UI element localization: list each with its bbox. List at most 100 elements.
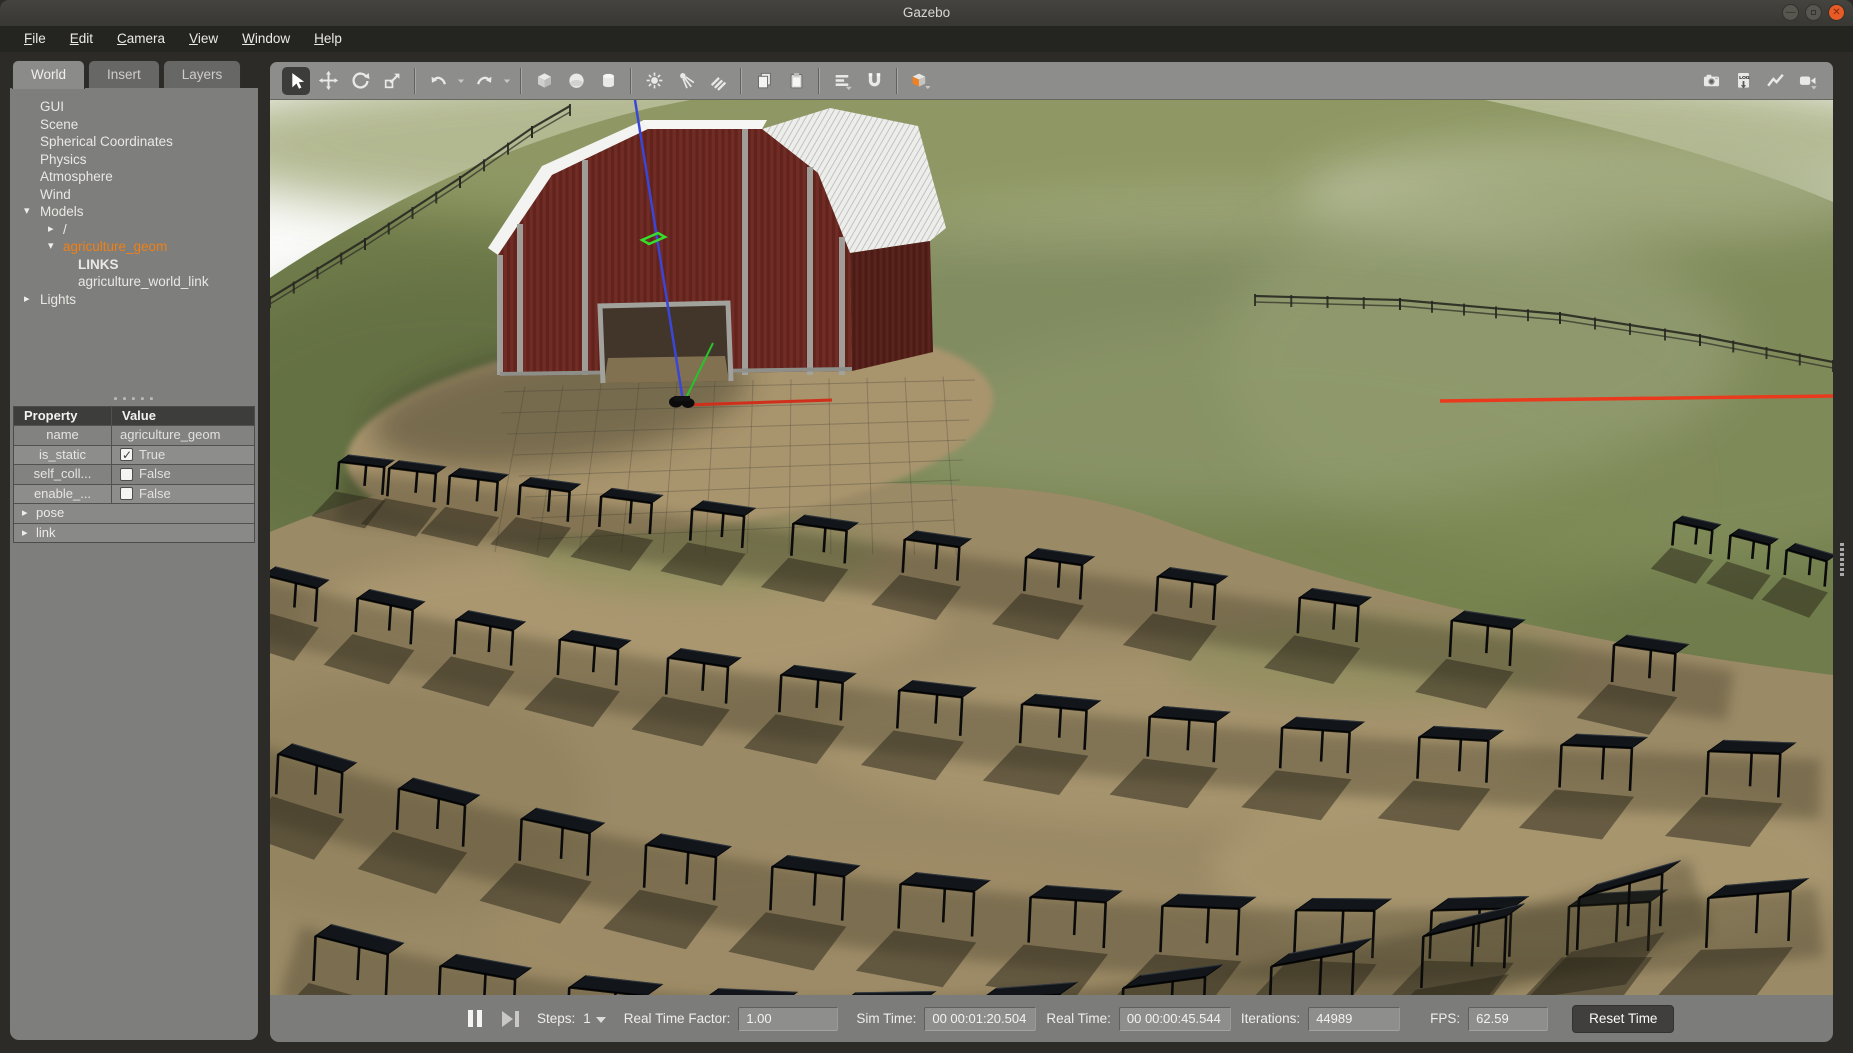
point-light-button[interactable]	[640, 67, 668, 95]
data-logger-button[interactable]: LOG	[1729, 67, 1757, 95]
steps-caret-icon	[596, 1017, 606, 1023]
rtf-field[interactable]: 1.00	[738, 1007, 838, 1031]
viewport-splitter-handle[interactable]	[1840, 543, 1844, 576]
steps-spinbox[interactable]: 1	[583, 1011, 606, 1026]
tab-insert[interactable]: Insert	[88, 60, 160, 88]
tree-item-gui[interactable]: GUI	[10, 98, 258, 116]
menu-window[interactable]: Window	[242, 26, 290, 52]
property-row-is-static[interactable]: is_staticTrue	[14, 445, 254, 465]
rotate-button[interactable]	[346, 67, 374, 95]
snap-icon	[864, 70, 885, 91]
titlebar[interactable]: Gazebo — ✕	[0, 0, 1853, 26]
menu-help[interactable]: Help	[314, 26, 342, 52]
maximize-button[interactable]	[1805, 4, 1822, 21]
window-controls: — ✕	[1782, 4, 1845, 21]
group-label: link	[36, 525, 56, 540]
gazebo-window: Gazebo — ✕ FileEditCameraViewWindowHelp …	[0, 0, 1853, 1053]
solar-table	[1708, 740, 1795, 754]
screenshot-icon	[1701, 70, 1722, 91]
copy-button[interactable]	[750, 67, 778, 95]
tree-item-label: Atmosphere	[40, 168, 113, 186]
tree-item-item[interactable]: ▸/	[10, 221, 258, 239]
align-button[interactable]	[828, 67, 856, 95]
expand-arrow-icon[interactable]: ▾	[48, 238, 54, 256]
tree-item-agriculture-geom[interactable]: ▾agriculture_geom	[10, 238, 258, 256]
solar-table	[1162, 894, 1255, 909]
tree-item-atmosphere[interactable]: Atmosphere	[10, 168, 258, 186]
tree-item-links[interactable]: LINKS	[10, 256, 258, 274]
real-time-field[interactable]: 00 00:00:45.544	[1119, 1007, 1231, 1031]
property-row-pose[interactable]: ▸pose	[14, 503, 254, 523]
expand-arrow-icon[interactable]: ▾	[24, 203, 30, 221]
collapse-arrow-icon[interactable]: ▸	[24, 291, 30, 309]
property-row-self-coll[interactable]: self_coll...False	[14, 464, 254, 484]
directional-light-icon	[708, 70, 729, 91]
view-angle-button[interactable]	[906, 67, 934, 95]
world-tree: GUISceneSpherical CoordinatesPhysicsAtmo…	[10, 98, 258, 308]
sim-time-field[interactable]: 00 00:01:20.504	[924, 1007, 1036, 1031]
pause-button[interactable]	[468, 1010, 482, 1027]
video-record-button[interactable]	[1793, 67, 1821, 95]
collapse-arrow-icon[interactable]: ▸	[22, 524, 28, 543]
property-row-link[interactable]: ▸ link	[14, 523, 254, 543]
checkbox-self-coll[interactable]	[120, 468, 133, 481]
toolbar: LOG	[270, 62, 1833, 100]
menu-camera[interactable]: Camera	[117, 26, 165, 52]
collapse-arrow-icon[interactable]: ▸	[48, 221, 54, 239]
tree-item-lights[interactable]: ▸Lights	[10, 291, 258, 309]
tree-item-label: Wind	[40, 186, 71, 204]
paste-button[interactable]	[782, 67, 810, 95]
spot-light-button[interactable]	[672, 67, 700, 95]
checkbox-enable[interactable]	[120, 487, 133, 500]
cylinder-button[interactable]	[594, 67, 622, 95]
tree-item-spherical-coordinates[interactable]: Spherical Coordinates	[10, 133, 258, 151]
tree-item-models[interactable]: ▾Models	[10, 203, 258, 221]
tab-layers[interactable]: Layers	[163, 60, 242, 88]
step-icon	[502, 1011, 513, 1027]
sphere-button[interactable]	[562, 67, 590, 95]
box-button[interactable]	[530, 67, 558, 95]
point-light-icon	[644, 70, 665, 91]
tree-item-label: Spherical Coordinates	[40, 133, 173, 151]
toolbar-right-group: LOG	[1695, 67, 1823, 95]
close-button[interactable]: ✕	[1828, 4, 1845, 21]
value-text: True	[139, 446, 165, 465]
snap-button[interactable]	[860, 67, 888, 95]
undo-button[interactable]	[424, 67, 452, 95]
fps-label: FPS:	[1430, 1011, 1460, 1026]
minimize-button[interactable]: —	[1782, 4, 1799, 21]
translate-button[interactable]	[314, 67, 342, 95]
tree-item-agriculture-world-link[interactable]: agriculture_world_link	[10, 273, 258, 291]
plot-button[interactable]	[1761, 67, 1789, 95]
3d-viewport[interactable]	[270, 100, 1833, 995]
property-row-name[interactable]: nameagriculture_geom	[14, 425, 254, 445]
checkbox-is-static[interactable]	[120, 448, 133, 461]
undo-caret-button[interactable]	[454, 67, 468, 95]
steps-value: 1	[583, 1011, 591, 1026]
steps-label: Steps:	[537, 1011, 575, 1026]
redo-caret-button[interactable]	[500, 67, 514, 95]
menu-file[interactable]: File	[24, 26, 46, 52]
value-text: agriculture_geom	[120, 426, 220, 445]
tab-world[interactable]: World	[12, 60, 85, 89]
scale-button[interactable]	[378, 67, 406, 95]
tree-item-wind[interactable]: Wind	[10, 186, 258, 204]
undo-caret-icon	[454, 70, 468, 91]
screenshot-button[interactable]	[1697, 67, 1725, 95]
reset-time-button[interactable]: Reset Time	[1572, 1005, 1674, 1033]
property-row-enable[interactable]: enable_...False	[14, 484, 254, 504]
tree-item-scene[interactable]: Scene	[10, 116, 258, 134]
property-value: True	[111, 446, 254, 465]
step-button[interactable]	[502, 1011, 519, 1027]
menu-edit[interactable]: Edit	[70, 26, 93, 52]
scene-canvas	[270, 100, 1833, 995]
menu-view[interactable]: View	[189, 26, 218, 52]
fps-field[interactable]: 62.59	[1468, 1007, 1548, 1031]
tree-item-physics[interactable]: Physics	[10, 151, 258, 169]
redo-button[interactable]	[470, 67, 498, 95]
iterations-field[interactable]: 44989	[1308, 1007, 1400, 1031]
panel-splitter-handle[interactable]: ▪ ▪ ▪ ▪ ▪	[10, 394, 258, 404]
collapse-arrow-icon[interactable]: ▸	[22, 504, 28, 523]
select-arrow-button[interactable]	[282, 67, 310, 95]
directional-light-button[interactable]	[704, 67, 732, 95]
